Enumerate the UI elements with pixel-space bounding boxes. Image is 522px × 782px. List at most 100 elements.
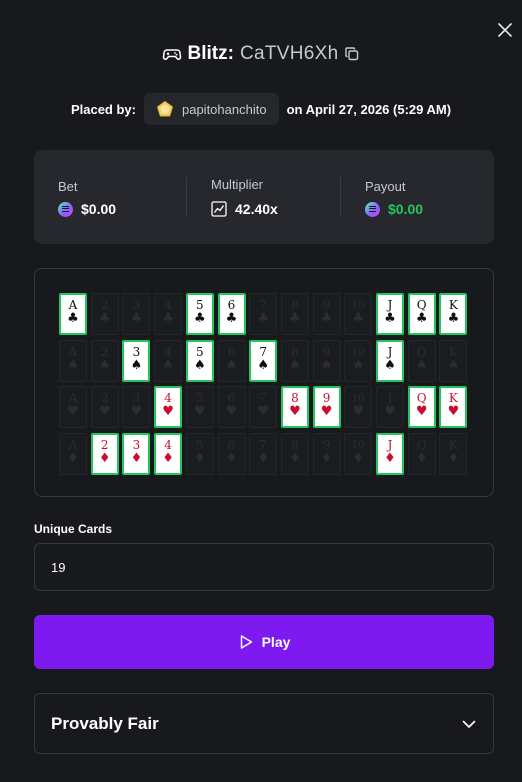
hearts-suit-icon: ♥: [67, 404, 79, 419]
card-rank: 2: [100, 437, 109, 452]
spades-suit-icon: ♠: [415, 357, 428, 373]
card-6-diamonds: 6 ♦: [217, 432, 246, 475]
clubs-suit-icon: ♣: [415, 311, 428, 326]
card-9-spades: 9 ♠: [312, 339, 341, 382]
card-8-diamonds: 8 ♦: [280, 432, 309, 475]
card-10-spades: 10 ♠: [344, 339, 373, 382]
play-label: Play: [261, 634, 291, 650]
card-10-clubs: 10 ♣: [344, 293, 373, 335]
card-rank: 3: [132, 437, 141, 452]
card-9-clubs: 9 ♣: [312, 293, 341, 335]
diamonds-suit-icon: ♦: [225, 450, 238, 466]
diamonds-suit-icon: ♦: [67, 450, 79, 466]
provably-fair-toggle[interactable]: Provably Fair: [34, 693, 494, 754]
card-rank: 9: [322, 344, 331, 359]
placed-by-row: Placed by: papitohanchito on April 27, 2…: [0, 93, 522, 125]
spades-suit-icon: ♠: [320, 357, 333, 373]
diamonds-suit-icon: ♦: [130, 450, 143, 466]
diamonds-suit-icon: ♦: [162, 450, 174, 466]
card-4-clubs: 4 ♣: [154, 293, 183, 335]
card-rank: 6: [227, 344, 236, 359]
gamepad-icon: [162, 49, 181, 60]
spades-suit-icon: ♠: [447, 357, 460, 373]
hearts-suit-icon: ♥: [384, 404, 396, 419]
card-rank: 4: [164, 437, 172, 452]
coin-icon: [365, 201, 380, 217]
card-k-spades: K ♠: [439, 339, 468, 382]
card-2-hearts: 2 ♥: [90, 386, 119, 428]
clubs-suit-icon: ♣: [447, 311, 460, 326]
hearts-suit-icon: ♥: [98, 404, 111, 419]
hearts-suit-icon: ♥: [447, 404, 460, 419]
hearts-suit-icon: ♥: [162, 404, 174, 419]
card-10-hearts: 10 ♥: [344, 386, 373, 428]
card-rank: K: [448, 437, 458, 452]
hearts-suit-icon: ♥: [320, 404, 333, 419]
card-10-diamonds: 10 ♦: [344, 432, 373, 475]
card-5-hearts: 5 ♥: [185, 386, 214, 428]
clubs-suit-icon: ♣: [67, 311, 79, 326]
card-rank: Q: [416, 344, 427, 359]
user-chip[interactable]: papitohanchito: [143, 93, 279, 125]
clubs-suit-icon: ♣: [320, 311, 333, 326]
card-rank: 10: [351, 439, 365, 451]
card-8-hearts: 8 ♥: [280, 386, 309, 428]
card-4-hearts: 4 ♥: [154, 386, 183, 428]
play-icon: [240, 635, 252, 649]
hearts-suit-icon: ♥: [289, 404, 301, 419]
card-3-hearts: 3 ♥: [122, 386, 151, 428]
hearts-suit-icon: ♥: [352, 404, 365, 419]
spades-suit-icon: ♠: [67, 357, 79, 373]
card-k-diamonds: K ♦: [439, 432, 468, 475]
game-name: Blitz:: [187, 43, 234, 64]
card-rank: 5: [195, 344, 204, 359]
card-7-clubs: 7 ♣: [249, 293, 278, 335]
diamonds-suit-icon: ♦: [415, 450, 428, 466]
card-j-hearts: J ♥: [376, 386, 404, 428]
diamonds-suit-icon: ♦: [352, 450, 365, 466]
card-q-spades: Q ♠: [407, 339, 436, 382]
spades-suit-icon: ♠: [162, 357, 174, 373]
play-button[interactable]: Play: [34, 615, 494, 669]
card-q-hearts: Q ♥: [407, 386, 436, 428]
card-a-hearts: A ♥: [59, 386, 87, 428]
unique-cards-label: Unique Cards: [34, 522, 113, 536]
stat-payout: Payout $0.00: [340, 150, 494, 244]
card-rank: K: [448, 344, 458, 359]
card-8-spades: 8 ♠: [280, 339, 309, 382]
card-5-clubs: 5 ♣: [185, 293, 214, 335]
card-rank: Q: [416, 437, 427, 452]
payout-value: $0.00: [388, 201, 424, 217]
placed-date: on April 27, 2026 (5:29 AM): [286, 101, 452, 117]
bet-label: Bet: [58, 179, 78, 194]
card-4-diamonds: 4 ♦: [154, 432, 183, 475]
card-3-spades: 3 ♠: [122, 339, 151, 382]
card-a-clubs: A ♣: [59, 293, 87, 335]
card-rank: 2: [100, 344, 109, 359]
card-j-clubs: J ♣: [376, 293, 404, 335]
card-7-diamonds: 7 ♦: [249, 432, 278, 475]
card-rank: A: [68, 344, 78, 359]
card-rank: 6: [227, 437, 236, 452]
spades-suit-icon: ♠: [98, 357, 111, 373]
diamonds-suit-icon: ♦: [193, 450, 206, 466]
card-rank: 7: [259, 344, 267, 359]
card-a-diamonds: A ♦: [59, 432, 87, 475]
card-7-hearts: 7 ♥: [249, 386, 278, 428]
diamonds-suit-icon: ♦: [257, 450, 270, 466]
card-rank: 8: [291, 437, 299, 452]
provably-fair-label: Provably Fair: [51, 713, 159, 733]
card-j-spades: J ♠: [376, 339, 404, 382]
card-rank: 5: [195, 437, 204, 452]
clubs-suit-icon: ♣: [193, 311, 206, 326]
diamonds-suit-icon: ♦: [289, 450, 301, 466]
unique-cards-field[interactable]: 19: [34, 543, 494, 591]
clubs-suit-icon: ♣: [352, 311, 365, 326]
card-9-diamonds: 9 ♦: [312, 432, 341, 475]
card-rank: 3: [132, 344, 141, 359]
copy-icon[interactable]: [344, 46, 360, 62]
card-4-spades: 4 ♠: [154, 339, 183, 382]
card-6-spades: 6 ♠: [217, 339, 246, 382]
close-button[interactable]: [494, 19, 516, 41]
card-7-spades: 7 ♠: [249, 339, 278, 382]
